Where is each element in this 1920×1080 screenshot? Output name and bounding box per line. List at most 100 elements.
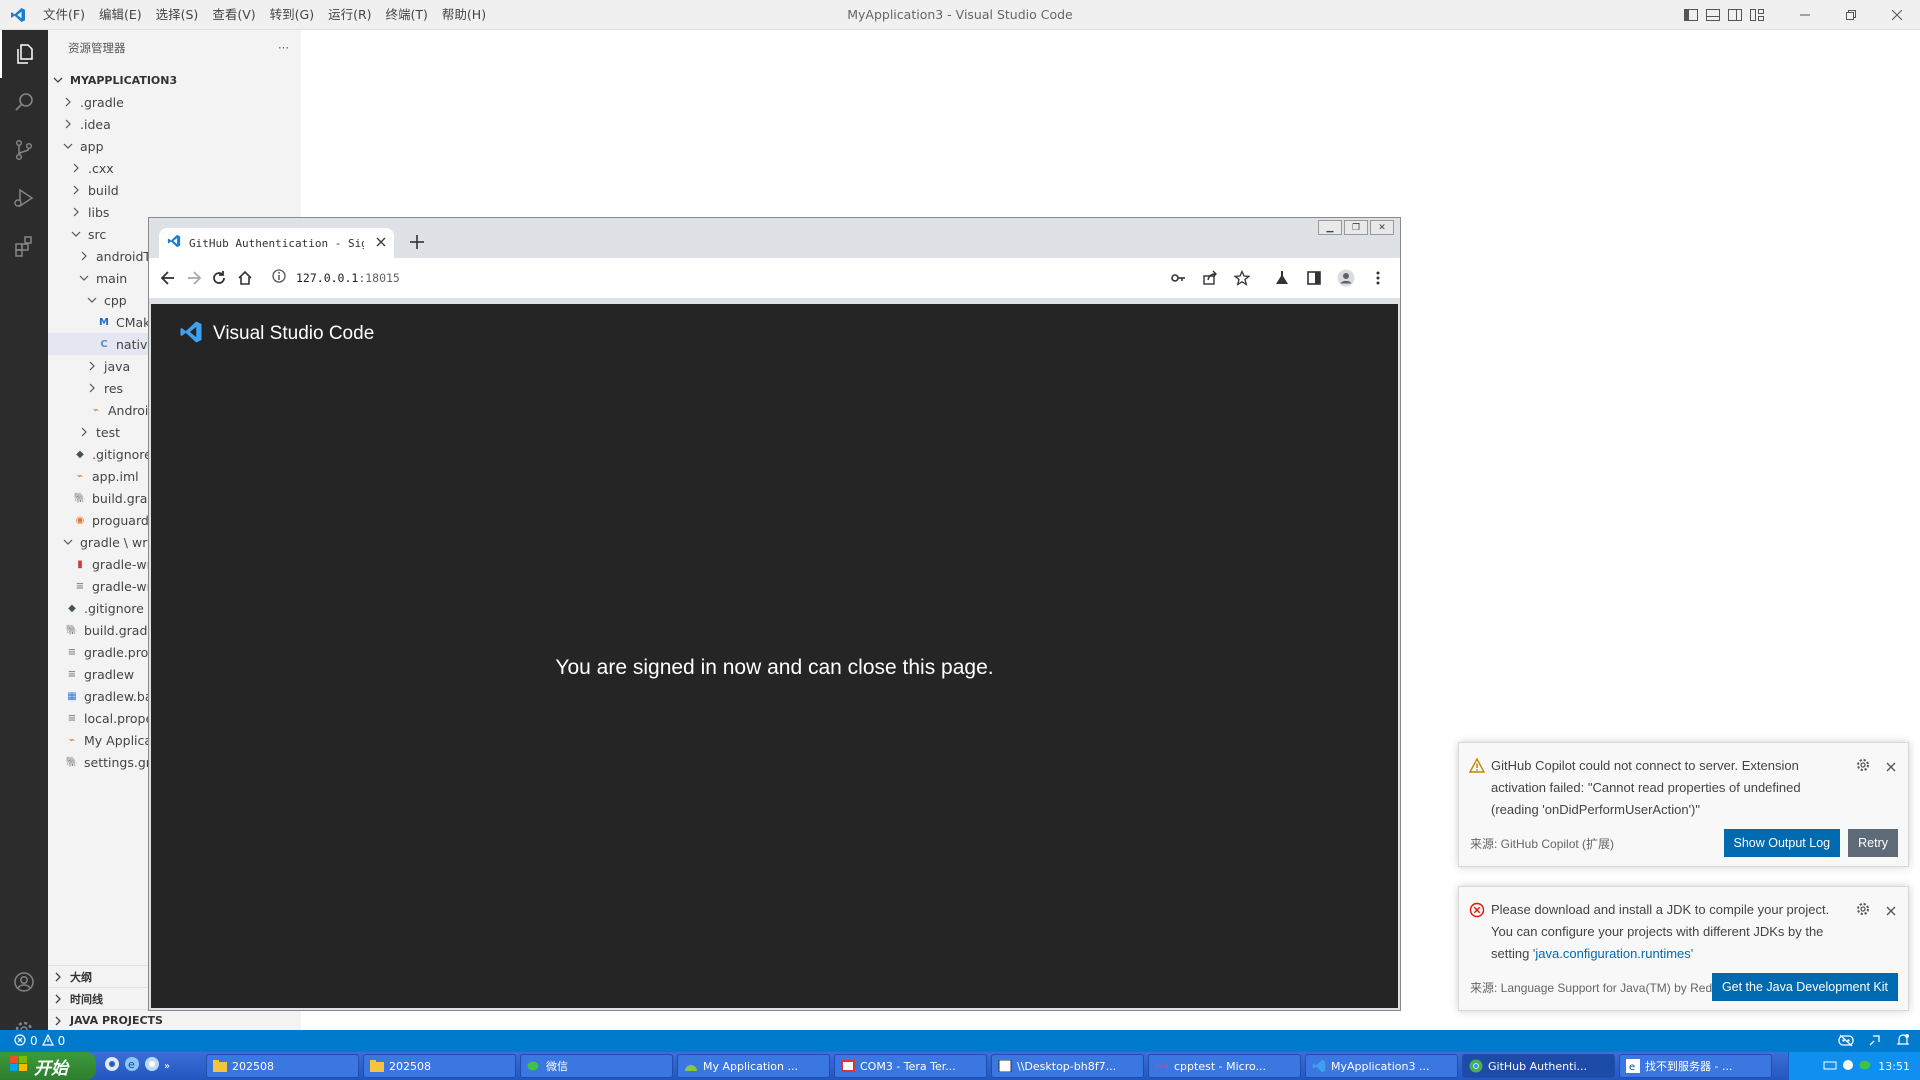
workspace-root[interactable]: MYAPPLICATION3 [48,69,301,91]
taskbar-item-vs[interactable]: cpptest - Micro... [1148,1054,1301,1078]
customize-layout-icon[interactable] [1746,0,1768,30]
close-window-button[interactable] [1874,0,1920,30]
problems-status[interactable]: 0 0 [0,1033,65,1049]
taskbar-item-label: My Application ... [703,1059,798,1073]
notification-close-icon[interactable] [1886,756,1896,778]
error-icon [1469,902,1485,925]
bookmark-star-icon[interactable] [1226,262,1258,294]
show-output-log-button[interactable]: Show Output Log [1723,829,1841,857]
feedback-icon[interactable] [1868,1033,1882,1050]
source-control-icon[interactable] [0,126,48,174]
taskbar-item-chrome[interactable]: GitHub Authenti... [1462,1054,1615,1078]
home-icon[interactable] [232,262,258,294]
browser-menu-icon[interactable] [1362,262,1394,294]
tray-wechat-icon[interactable] [1859,1059,1873,1074]
get-jdk-button[interactable]: Get the Java Development Kit [1711,973,1898,1001]
tree-item-label: main [96,270,128,286]
side-panel-icon[interactable] [1298,262,1330,294]
chevron-right-icon [52,1015,64,1027]
accounts-icon[interactable] [0,958,48,1006]
menu-item-4[interactable]: 转到(G) [263,0,321,30]
tree-folder[interactable]: app [48,135,301,157]
taskbar-item-terminal[interactable]: COM3 - Tera Ter... [834,1054,987,1078]
close-tab-icon[interactable] [376,236,386,251]
notifications-bell-icon[interactable] [1896,1033,1910,1050]
browser-toolbar: 127.0.0.1:18015 [149,258,1400,298]
menu-item-1[interactable]: 编辑(E) [92,0,149,30]
tray-network-icon[interactable] [1823,1059,1837,1074]
search-icon[interactable] [0,78,48,126]
toggle-panel-icon[interactable] [1702,0,1724,30]
taskbar-item-folder[interactable]: 202508 [206,1054,359,1078]
toggle-primary-sidebar-icon[interactable] [1680,0,1702,30]
taskbar-item-label: cpptest - Micro... [1174,1059,1267,1073]
notification-close-icon[interactable] [1886,900,1896,922]
taskbar-item-label: 找不到服务器 - ... [1645,1060,1733,1073]
xml-file-icon: ⌁ [76,470,84,482]
tree-folder[interactable]: .idea [48,113,301,135]
run-debug-icon[interactable] [0,174,48,222]
java-projects-section[interactable]: JAVA PROJECTS [48,1009,301,1031]
browser-minimize-button[interactable]: ▁ [1318,220,1342,235]
toggle-secondary-sidebar-icon[interactable] [1724,0,1746,30]
browser-window: GitHub Authentication - Sign ▁ ❐ ✕ 127.0… [148,217,1401,1011]
browser-tab-title: GitHub Authentication - Sign [189,236,364,250]
retry-button[interactable]: Retry [1848,829,1898,857]
taskbar-item-vscode[interactable]: MyApplication3 ... [1305,1054,1458,1078]
back-arrow-icon[interactable] [155,262,181,294]
profile-avatar-icon[interactable] [1330,262,1362,294]
chevron-down-icon [62,536,74,548]
tree-folder[interactable]: build [48,179,301,201]
start-button[interactable]: 开始 [0,1052,96,1080]
system-tray: 13:51 [1788,1052,1920,1080]
menu-item-0[interactable]: 文件(F) [36,0,92,30]
notification-settings-gear-icon[interactable] [1856,757,1870,779]
site-info-icon[interactable] [272,269,286,287]
windows-file-icon: ▦ [67,690,77,702]
menu-item-6[interactable]: 终端(T) [379,0,435,30]
start-label: 开始 [34,1058,68,1079]
notification-message-line: activation failed: "Cannot read properti… [1491,780,1801,795]
share-icon[interactable] [1194,262,1226,294]
taskbar-item-label: MyApplication3 ... [1331,1059,1430,1073]
reload-icon[interactable] [207,262,233,294]
quick-launch-expand-icon[interactable]: » [164,1061,170,1072]
restore-button[interactable] [1828,0,1874,30]
notification-settings-gear-icon[interactable] [1856,901,1870,923]
tree-item-label: .gitignore [84,600,144,616]
tree-folder[interactable]: .cxx [48,157,301,179]
tray-app-icon[interactable] [1842,1059,1854,1074]
browser-restore-button[interactable]: ❐ [1344,220,1368,235]
quick-launch: e » [96,1056,206,1076]
new-tab-button[interactable] [405,230,429,254]
vscode-logo-icon [0,0,36,30]
menu-item-3[interactable]: 查看(V) [205,0,262,30]
notification-message-line: GitHub Copilot could not connect to serv… [1491,758,1799,773]
forward-arrow-icon[interactable] [181,262,207,294]
explorer-icon[interactable] [0,30,48,78]
labs-flask-icon[interactable] [1266,262,1298,294]
browser-tab[interactable]: GitHub Authentication - Sign [159,228,394,258]
taskbar-item-notepad[interactable]: \\Desktop-bh8f7... [991,1054,1144,1078]
browser-quick-launch-icon[interactable] [144,1056,160,1076]
menu-item-7[interactable]: 帮助(H) [435,0,493,30]
key-icon[interactable] [1162,262,1194,294]
taskbar-item-wechat[interactable]: 微信 [520,1054,673,1078]
chrome-icon [1469,1059,1483,1073]
copilot-status-icon[interactable] [1838,1033,1854,1050]
menu-item-5[interactable]: 运行(R) [321,0,378,30]
ie-quick-launch-icon[interactable]: e [124,1056,140,1076]
tree-folder[interactable]: .gradle [48,91,301,113]
taskbar-item-folder[interactable]: 202508 [363,1054,516,1078]
minimize-button[interactable] [1782,0,1828,30]
taskbar-item-ie[interactable]: e 找不到服务器 - ... [1619,1054,1772,1078]
quick-launch-app-icon[interactable] [104,1056,120,1076]
address-bar[interactable]: 127.0.0.1:18015 [262,263,1162,293]
more-actions-button[interactable]: ··· [278,41,289,55]
workspace-root-label: MYAPPLICATION3 [70,73,178,87]
menu-item-2[interactable]: 选择(S) [149,0,206,30]
extensions-icon[interactable] [0,222,48,270]
taskbar-item-android[interactable]: My Application ... [677,1054,830,1078]
java-runtimes-setting-link[interactable]: 'java.configuration.runtimes' [1533,946,1693,961]
browser-close-button[interactable]: ✕ [1370,220,1394,235]
